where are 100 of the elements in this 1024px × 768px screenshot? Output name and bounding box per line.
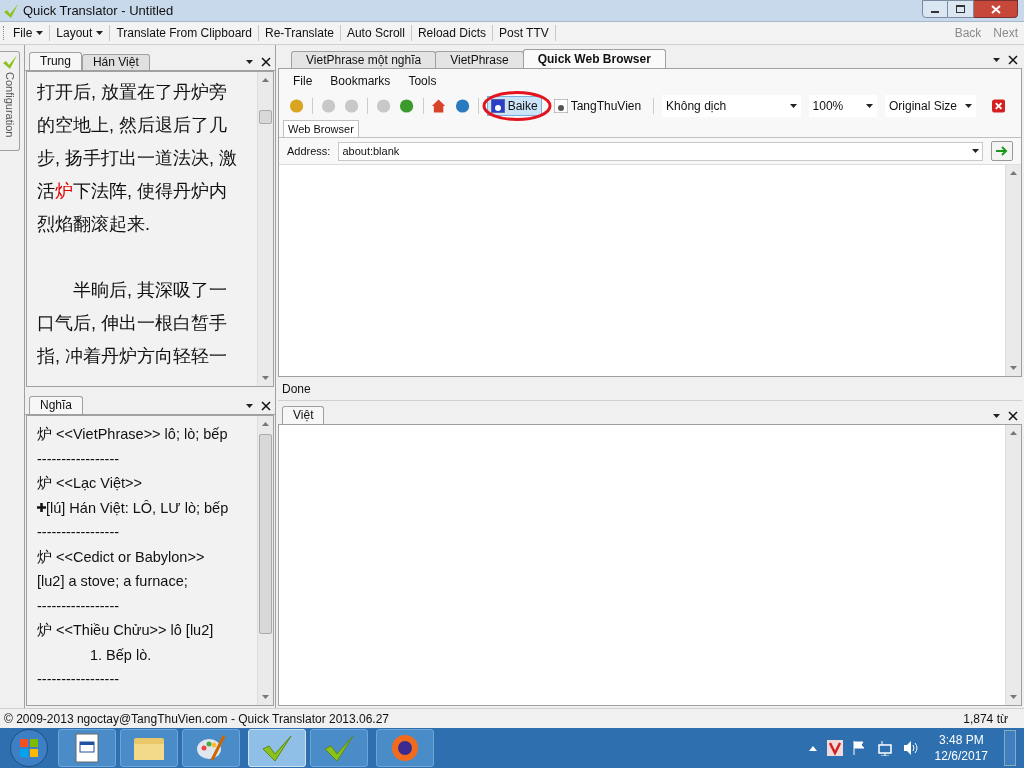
address-label: Address:: [287, 143, 331, 159]
browser-status: Done: [282, 380, 311, 398]
meaning-line: -----------------: [37, 596, 120, 616]
pane-menu-button[interactable]: [993, 58, 1000, 62]
windows-logo-icon: [19, 738, 39, 758]
text-line: 活炉下法阵, 使得丹炉内: [37, 180, 227, 203]
menu-item[interactable]: Bookmarks: [324, 72, 397, 90]
show-hidden-icons-icon[interactable]: [808, 745, 817, 751]
menu-item[interactable]: File: [287, 72, 319, 90]
browser-icon: [390, 733, 420, 763]
caret-icon: [993, 414, 1000, 418]
copyright-text: © 2009-2013 ngoctay@TangThuVien.com - Quick Translator 2013.06.27: [4, 710, 390, 728]
flag-icon[interactable]: [852, 740, 867, 756]
text-line: 的空地上, 然后退后了几: [37, 114, 227, 137]
word-count: 1,874 từ: [963, 710, 1009, 728]
window-title: Quick Translator - Untitled: [23, 1, 174, 20]
close-icon[interactable]: [1008, 55, 1018, 65]
caret-icon: [246, 404, 253, 408]
caret-icon: [972, 149, 979, 153]
configuration-tab[interactable]: Configuration: [0, 51, 20, 151]
scroll-down-icon[interactable]: [262, 376, 269, 380]
scroll-up-icon[interactable]: [262, 422, 269, 426]
caret-icon: [866, 104, 873, 108]
meaning-line: 1. Bếp lò.: [89, 645, 152, 665]
text-line: 步, 扬手打出一道法决, 激: [37, 147, 237, 170]
maximize-button[interactable]: [948, 0, 974, 18]
caret-icon: [96, 31, 104, 35]
pane-tab[interactable]: VietPhrase: [435, 51, 524, 68]
close-icon[interactable]: [261, 57, 271, 67]
scroll-up-icon[interactable]: [1010, 431, 1017, 435]
pane-tab[interactable]: Hán Việt: [81, 54, 150, 70]
address-field[interactable]: about:blank: [338, 141, 983, 161]
dropdown-field[interactable]: 100%: [808, 95, 877, 117]
scroll-thumb[interactable]: [259, 434, 272, 634]
close-icon[interactable]: [1008, 411, 1018, 421]
meaning-line: [lú] Hán Việt: LÔ, LƯ lò; bếp: [46, 498, 229, 518]
close-icon[interactable]: [261, 401, 271, 411]
dropdown-field[interactable]: Không dịch: [662, 95, 801, 117]
checkmark-icon: [261, 734, 293, 762]
close-button[interactable]: [974, 0, 1018, 18]
taskbar-button[interactable]: [376, 729, 434, 767]
taskbar-button[interactable]: [182, 729, 240, 767]
pane-tab[interactable]: Quick Web Browser: [522, 49, 666, 68]
toolbar-button[interactable]: Auto Scroll: [340, 23, 411, 43]
bookmark-button[interactable]: TangThuVien: [549, 96, 646, 116]
pane-menu-button[interactable]: [993, 414, 1000, 418]
pane-tab[interactable]: Việt: [282, 406, 325, 424]
go-button[interactable]: [991, 141, 1013, 161]
toolbar-button[interactable]: Layout: [50, 23, 110, 43]
text-line: 口气后, 伸出一根白皙手: [37, 312, 227, 335]
bookmark-button[interactable]: Baike: [486, 96, 542, 116]
taskbar-button[interactable]: [58, 729, 116, 767]
network-icon[interactable]: [876, 740, 893, 756]
home-icon[interactable]: [431, 98, 447, 114]
close-icon: [990, 4, 1001, 14]
scrollbar[interactable]: [1005, 165, 1021, 376]
toolbar-button[interactable]: Post TTV: [492, 23, 555, 43]
caret-icon: [246, 60, 253, 64]
menu-item[interactable]: Tools: [402, 72, 443, 90]
dropdown-field[interactable]: Original Size: [885, 95, 977, 117]
start-button[interactable]: [10, 729, 48, 767]
meaning-line: -----------------: [37, 523, 120, 543]
meaning-line: -----------------: [37, 449, 120, 469]
minimize-button[interactable]: [922, 0, 948, 18]
pane-tab[interactable]: Nghĩa: [29, 396, 84, 414]
v-app-icon[interactable]: [826, 740, 843, 756]
scrollbar[interactable]: [257, 416, 273, 705]
scroll-down-icon[interactable]: [1010, 366, 1017, 370]
scroll-up-icon[interactable]: [1010, 171, 1017, 175]
text-line: 指, 冲着丹炉方向轻轻一: [37, 345, 227, 368]
arrow-icon: [996, 146, 1008, 156]
meaning-line: -----------------: [37, 670, 120, 690]
plus-icon: [37, 503, 46, 513]
meaning-line: [lu2] a stove; a furnace;: [37, 572, 188, 592]
caret-icon: [993, 58, 1000, 62]
caret-icon: [36, 31, 44, 35]
pane-menu-button[interactable]: [246, 404, 253, 408]
scrollbar[interactable]: [257, 72, 273, 386]
scroll-thumb[interactable]: [259, 110, 272, 124]
toolbar-button[interactable]: File: [7, 23, 50, 43]
scroll-down-icon[interactable]: [262, 695, 269, 699]
toolbar-button[interactable]: Translate From Clipboard: [110, 23, 258, 43]
pane-tab[interactable]: VietPhrase một nghĩa: [291, 51, 437, 68]
caret-icon: [965, 104, 973, 108]
meaning-line: 炉 <<Cedict or Babylon>>: [37, 547, 205, 567]
speaker-icon[interactable]: [902, 740, 919, 756]
taskbar-button[interactable]: [120, 729, 178, 767]
toolbar-button[interactable]: Reload Dicts: [411, 23, 492, 43]
caret-icon: [789, 104, 797, 108]
meaning-line: 炉 <<Thiều Chửu>> lô [lu2]: [37, 621, 214, 641]
scroll-up-icon[interactable]: [262, 78, 269, 82]
scrollbar[interactable]: [1005, 425, 1021, 705]
pane-tab[interactable]: Trung: [29, 52, 82, 70]
toolbar-button[interactable]: Re-Translate: [259, 23, 340, 43]
text-line: 打开后, 放置在了丹炉旁: [37, 81, 227, 104]
browser-tab[interactable]: Web Browser: [283, 120, 359, 137]
clock[interactable]: 3:48 PM 12/6/2017: [928, 732, 994, 764]
text-line: 烈焰翻滚起来.: [37, 213, 150, 236]
pane-menu-button[interactable]: [246, 60, 253, 64]
scroll-down-icon[interactable]: [1010, 695, 1017, 699]
